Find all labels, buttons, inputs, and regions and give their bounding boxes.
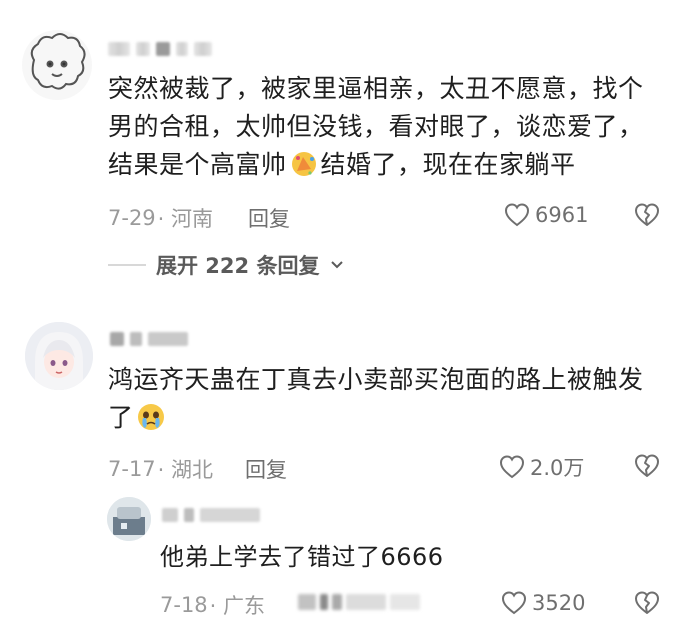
crying-face-emoji-icon [136,402,166,432]
dislike-button[interactable] [633,201,661,229]
reply-button[interactable]: 回复 [248,203,290,233]
avatar[interactable] [22,30,92,100]
comment-line: 男的合租，太帅但没钱，看对眼了，谈恋爱了， [108,112,644,141]
like-button[interactable]: 2.0万 [498,452,584,482]
comment-date: 7-29 [108,206,156,230]
comment-line: 突然被裁了，被家里逼相亲，太丑不愿意，找个 [108,74,644,103]
avatar[interactable] [107,497,151,541]
comment-meta: 7-29 · 河南 [108,203,213,233]
reply-button[interactable]: 回复 [245,454,287,484]
broken-heart-icon [635,591,659,614]
broken-heart-icon [635,203,659,226]
heart-outline-icon [499,455,525,479]
comment-date: 7-17 [108,457,156,481]
dislike-button[interactable] [633,452,661,480]
comment-line: 鸿运齐天蛊在丁真去小卖部买泡面的路上被触发 [108,365,644,394]
username-blurred[interactable] [162,506,260,524]
reply-text: 他弟上学去了错过了6666 [160,543,444,571]
dislike-button[interactable] [633,589,661,617]
comment-text: 突然被裁了，被家里逼相亲，太丑不愿意，找个 男的合租，太帅但没钱，看对眼了，谈恋… [108,70,678,184]
like-button[interactable]: 3520 [500,589,585,617]
comment-text: 鸿运齐天蛊在丁真去小卖部买泡面的路上被触发 了 [108,361,678,437]
like-count: 3520 [532,591,586,615]
comment-line: 了 [108,399,678,437]
broken-heart-icon [635,454,659,477]
reply-location: · 广东 [209,594,266,618]
reply-meta: 7-18 · 广东 [160,590,265,620]
comment-location: · 河南 [157,207,214,231]
comment-line-part: 结婚了，现在在家躺平 [320,150,576,179]
celebration-emoji-icon [289,149,319,179]
comment-meta: 7-17 · 湖北 [108,454,213,484]
comment-line: 结果是个高富帅 结婚了，现在在家躺平 [108,146,678,184]
comment-line-part: 了 [108,403,134,432]
like-button[interactable]: 6961 [503,201,588,229]
divider-line [108,264,146,266]
like-count: 6961 [535,203,589,227]
reply-date: 7-18 [160,593,208,617]
expand-replies-label: 展开 222 条回复 [156,254,320,278]
username-blurred[interactable] [108,40,212,58]
avatar[interactable] [25,322,93,390]
chevron-down-icon [331,261,344,269]
comment-location: · 湖北 [157,458,214,482]
heart-outline-icon [504,203,530,227]
heart-outline-icon [501,591,527,615]
blurred-content [298,592,420,612]
comment-line-part: 结果是个高富帅 [108,150,287,179]
username-blurred[interactable] [110,330,188,348]
expand-replies-button[interactable]: 展开 222 条回复 [108,250,345,280]
like-count: 2.0万 [530,456,585,480]
